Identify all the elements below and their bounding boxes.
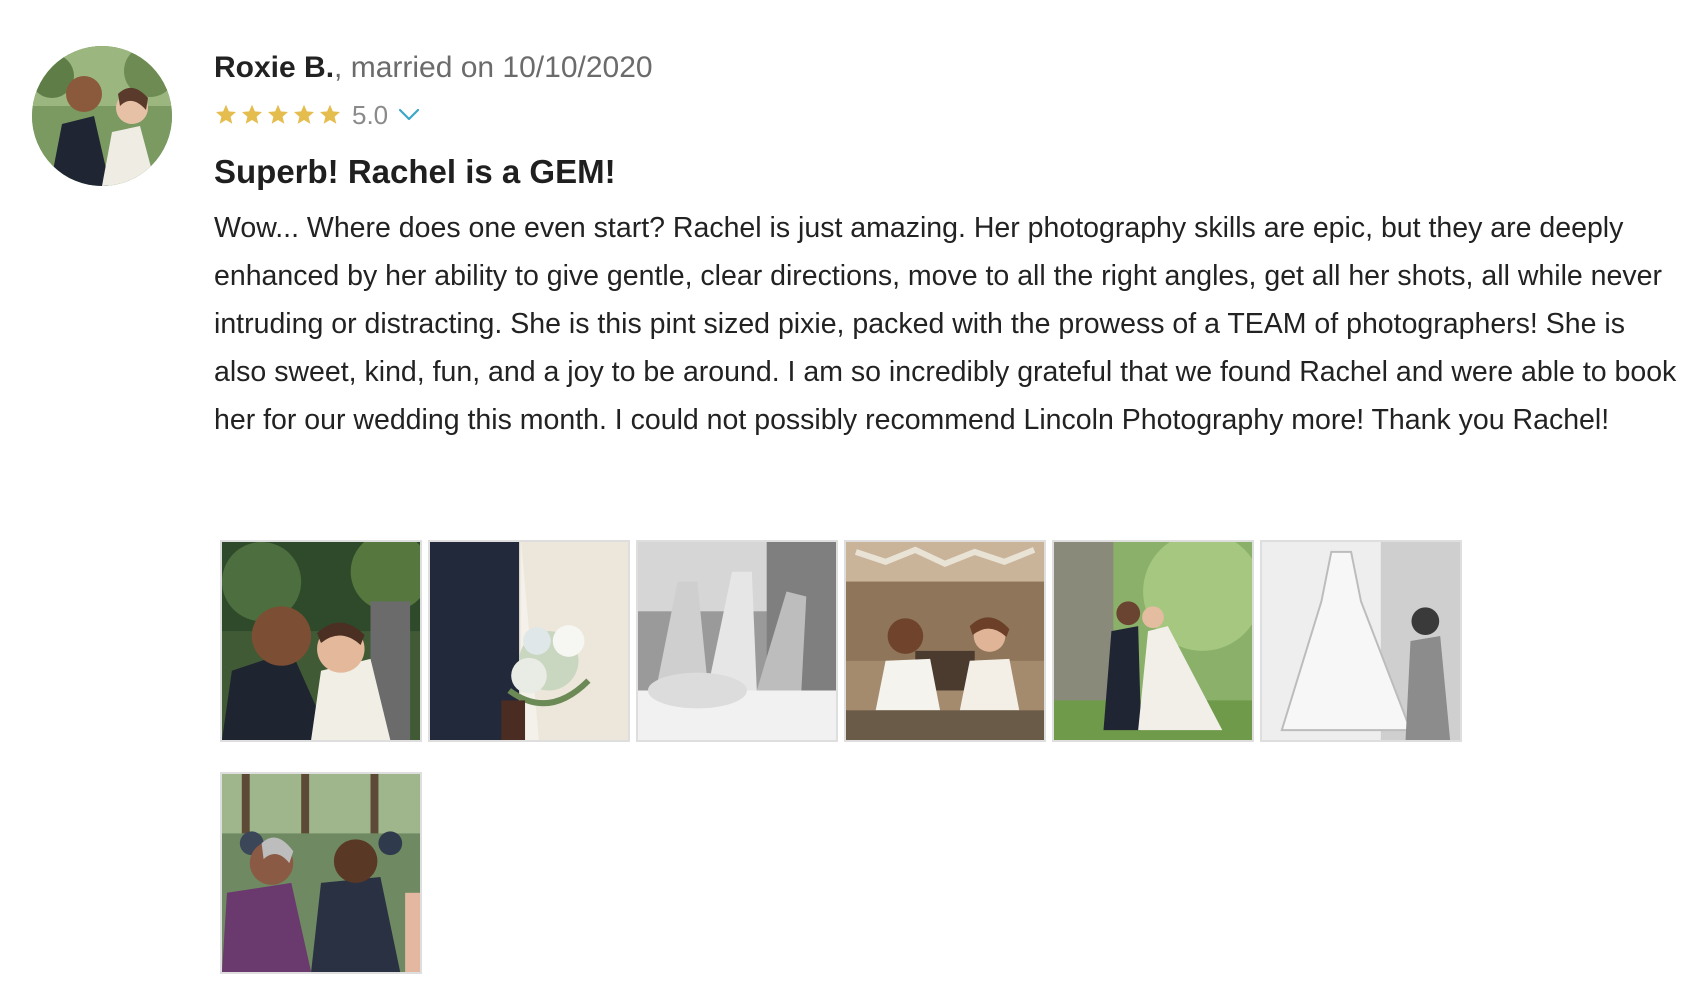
review-body: Wow... Where does one even start? Rachel… [214,212,1677,436]
star-rating [214,103,344,127]
author-line: Roxie B., married on 10/10/2020 [214,48,1684,88]
star-icon [294,104,314,124]
review-content: Roxie B., married on 10/10/2020 5.0 Supe… [214,48,1684,444]
avatar-photo [32,46,172,186]
star-icon [268,104,288,124]
review-title: Superb! Rachel is a GEM! [214,153,616,190]
review-photo-1[interactable] [220,540,422,742]
review-photo-2[interactable] [428,540,630,742]
photo-couple-at-head-table [846,542,1044,740]
photo-couple-kiss-outdoors [1054,542,1252,740]
rating-value: 5.0 [352,99,389,130]
review-photo-5[interactable] [1052,540,1254,742]
star-icon [242,104,262,124]
photo-couple-embrace-garden [222,542,420,740]
review-photo-3[interactable] [636,540,838,742]
review-photo-4[interactable] [844,540,1046,742]
married-date: , married on 10/10/2020 [334,51,653,84]
rating-row: 5.0 [214,100,1684,130]
star-icon [320,104,340,124]
photo-bridal-party-toast-bw [638,542,836,740]
author-name[interactable]: Roxie B. [214,51,334,84]
review-photo-7[interactable] [220,772,422,974]
review-photo-6[interactable] [1260,540,1462,742]
chevron-down-icon[interactable] [398,108,420,122]
reviewer-avatar[interactable] [32,46,172,186]
star-icon [216,104,236,124]
photo-bouquet-closeup [430,542,628,740]
review-card: Roxie B., married on 10/10/2020 5.0 Supe… [0,0,1700,990]
photo-guests-ceremony [222,774,420,972]
photo-wedding-dress-bw [1262,542,1460,740]
